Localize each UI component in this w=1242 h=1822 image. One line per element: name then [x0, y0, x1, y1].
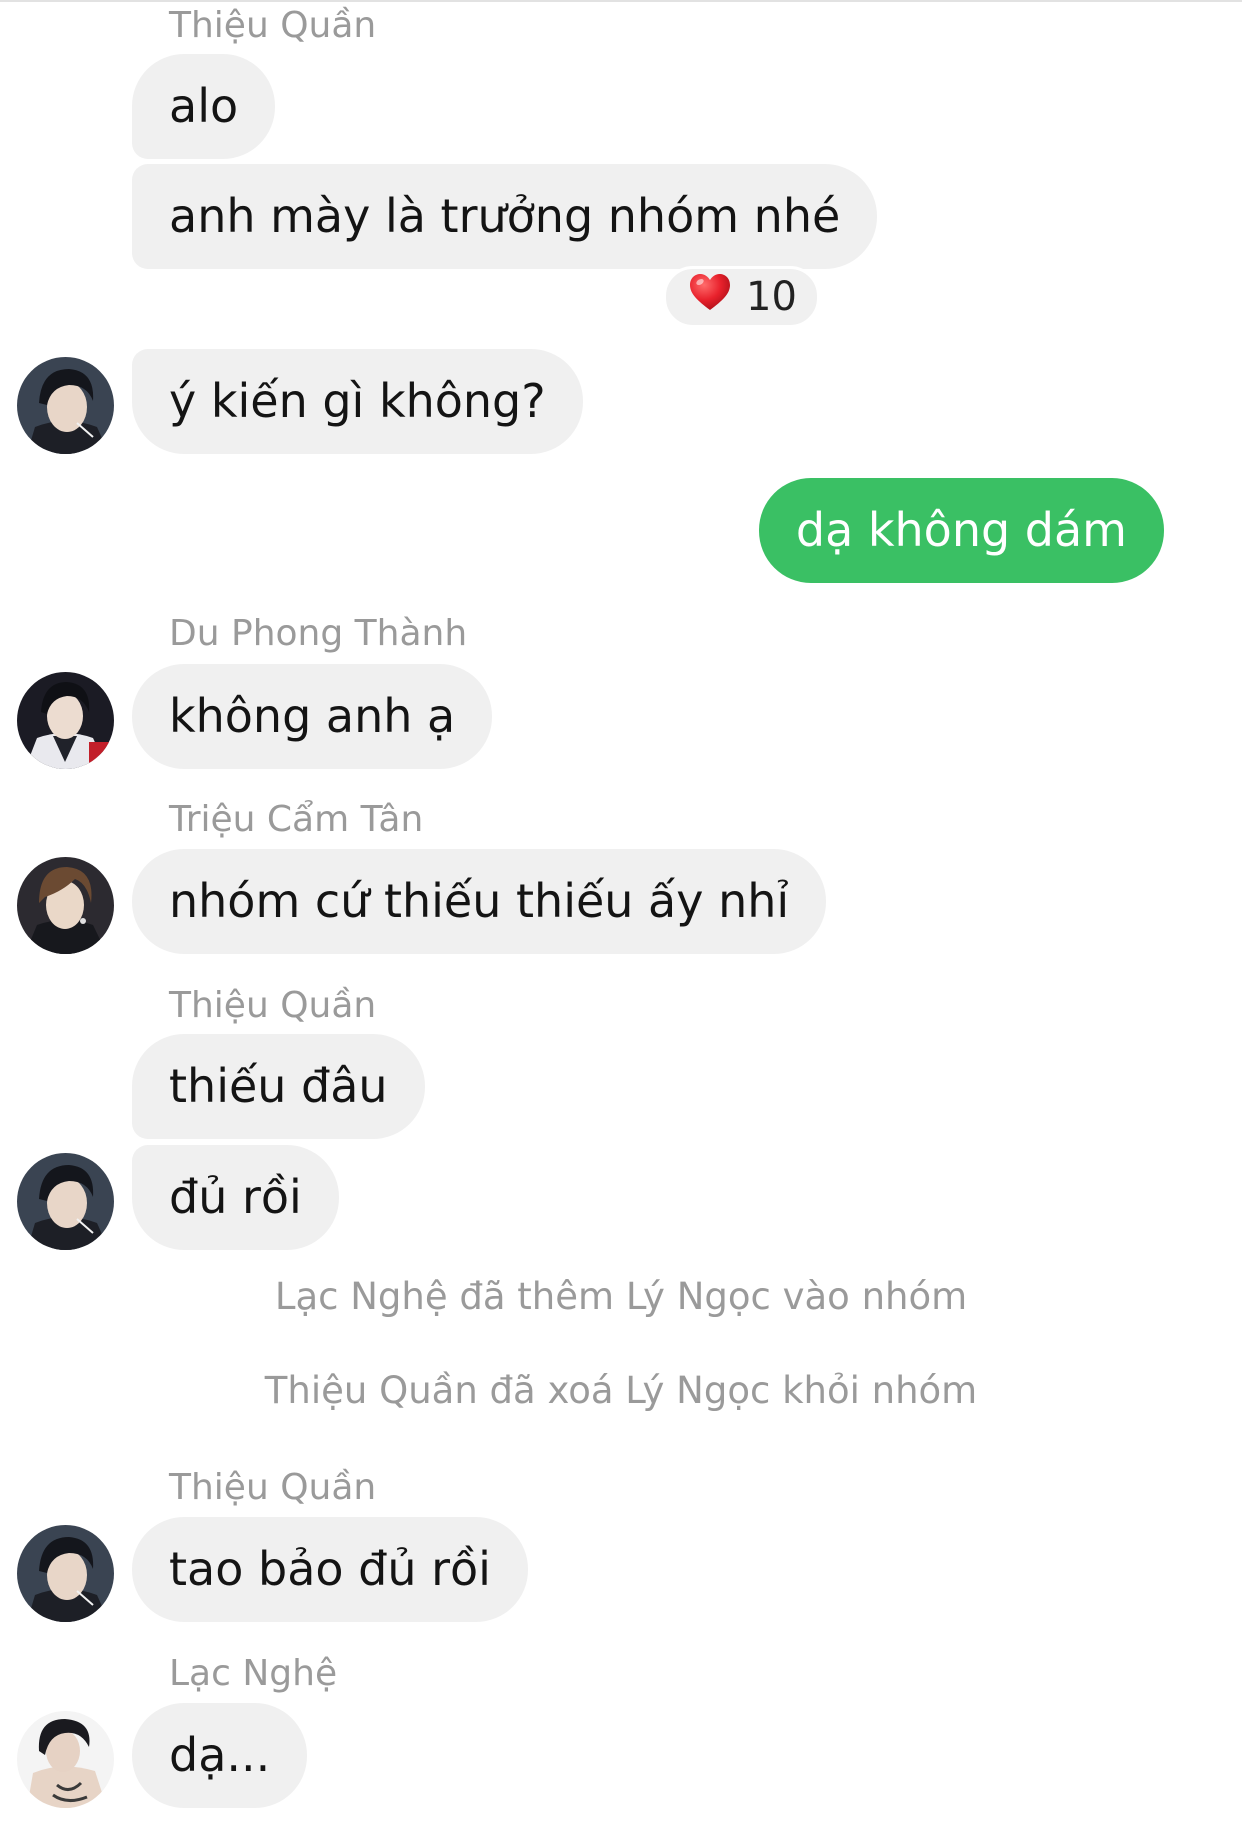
- message-bubble[interactable]: alo: [132, 54, 276, 159]
- message-bubble[interactable]: không anh ạ: [132, 664, 493, 769]
- message-bubble[interactable]: thiếu đâu: [132, 1034, 425, 1139]
- avatar-du-phong-thanh[interactable]: [17, 672, 114, 769]
- my-message-bubble[interactable]: dạ không dám: [758, 478, 1164, 583]
- system-message: Lạc Nghệ đã thêm Lý Ngọc vào nhóm: [274, 1275, 968, 1318]
- sender-name: Lạc Nghệ: [169, 1653, 338, 1694]
- reaction-badge[interactable]: 10: [663, 266, 820, 328]
- sender-name: Thiệu Quần: [169, 985, 377, 1026]
- avatar-thieu-quan[interactable]: [17, 1153, 114, 1250]
- avatar-trieu-cam-tan[interactable]: [17, 857, 114, 954]
- reaction-count: 10: [746, 274, 797, 320]
- system-message: Thiệu Quần đã xoá Lý Ngọc khỏi nhóm: [264, 1369, 978, 1412]
- avatar-thieu-quan[interactable]: [17, 1525, 114, 1622]
- message-bubble[interactable]: anh mày là trưởng nhóm nhé: [132, 164, 878, 269]
- message-bubble[interactable]: nhóm cứ thiếu thiếu ấy nhỉ: [132, 849, 827, 954]
- sender-name: Du Phong Thành: [169, 613, 468, 654]
- sender-name: Thiệu Quần: [169, 5, 377, 46]
- sender-name: Thiệu Quần: [169, 1467, 377, 1508]
- heart-icon: [688, 272, 732, 322]
- message-bubble[interactable]: đủ rồi: [132, 1145, 339, 1250]
- message-bubble[interactable]: dạ...: [132, 1703, 308, 1808]
- message-bubble[interactable]: ý kiến gì không?: [132, 349, 583, 454]
- avatar-lac-nghe[interactable]: [17, 1711, 114, 1808]
- top-divider: [0, 0, 1242, 2]
- message-bubble[interactable]: tao bảo đủ rồi: [132, 1517, 528, 1622]
- sender-name: Triệu Cẩm Tân: [169, 799, 424, 840]
- avatar-thieu-quan[interactable]: [17, 357, 114, 454]
